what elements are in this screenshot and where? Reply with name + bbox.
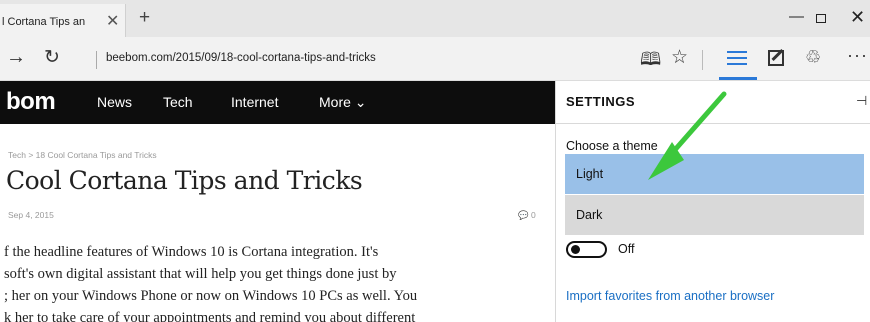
annotation-arrow-icon [648, 91, 727, 180]
